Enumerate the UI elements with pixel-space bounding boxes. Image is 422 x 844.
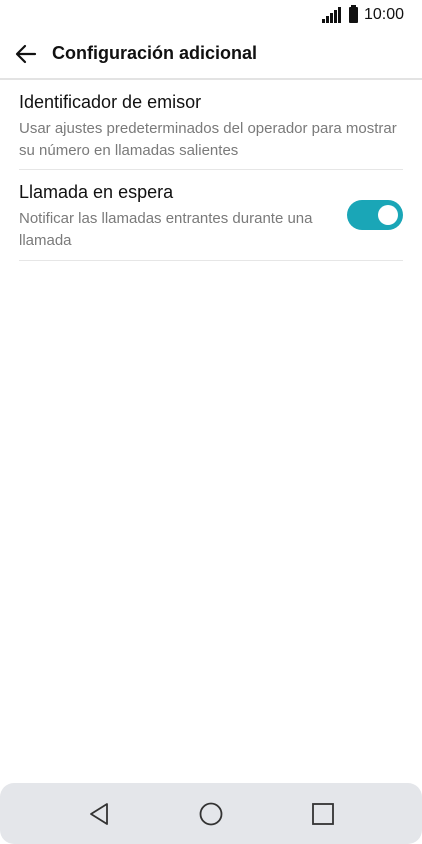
arrow-left-icon [15,44,37,64]
setting-summary: Usar ajustes predeterminados del operado… [19,120,397,159]
battery-icon [348,5,358,23]
status-time: 10:00 [363,6,404,23]
nav-recents-button[interactable] [310,801,336,827]
setting-call-waiting[interactable]: Llamada en espera Notificar las llamadas… [19,170,403,261]
call-waiting-toggle[interactable] [347,200,403,230]
app-bar: Configuración adicional [0,30,422,80]
recents-square-icon [312,803,334,825]
status-icons: 10:00 [321,5,404,24]
screen: 10:00 Configuración adicional Identifica… [0,0,422,844]
status-bar: 10:00 [0,0,422,30]
back-button[interactable] [12,40,40,68]
setting-title: Llamada en espera [19,182,174,202]
setting-title: Identificador de emisor [19,92,202,112]
setting-caller-id[interactable]: Identificador de emisor Usar ajustes pre… [19,80,403,170]
nav-back-button[interactable] [87,801,113,827]
page-title: Configuración adicional [52,43,258,63]
signal-icon [321,7,341,23]
toggle-thumb [378,205,398,225]
home-circle-icon [199,802,223,826]
back-triangle-icon [90,803,108,825]
navigation-bar [0,783,422,844]
nav-home-button[interactable] [198,801,224,827]
setting-summary: Notificar las llamadas entrantes durante… [19,210,313,249]
settings-list: Identificador de emisor Usar ajustes pre… [19,80,403,261]
